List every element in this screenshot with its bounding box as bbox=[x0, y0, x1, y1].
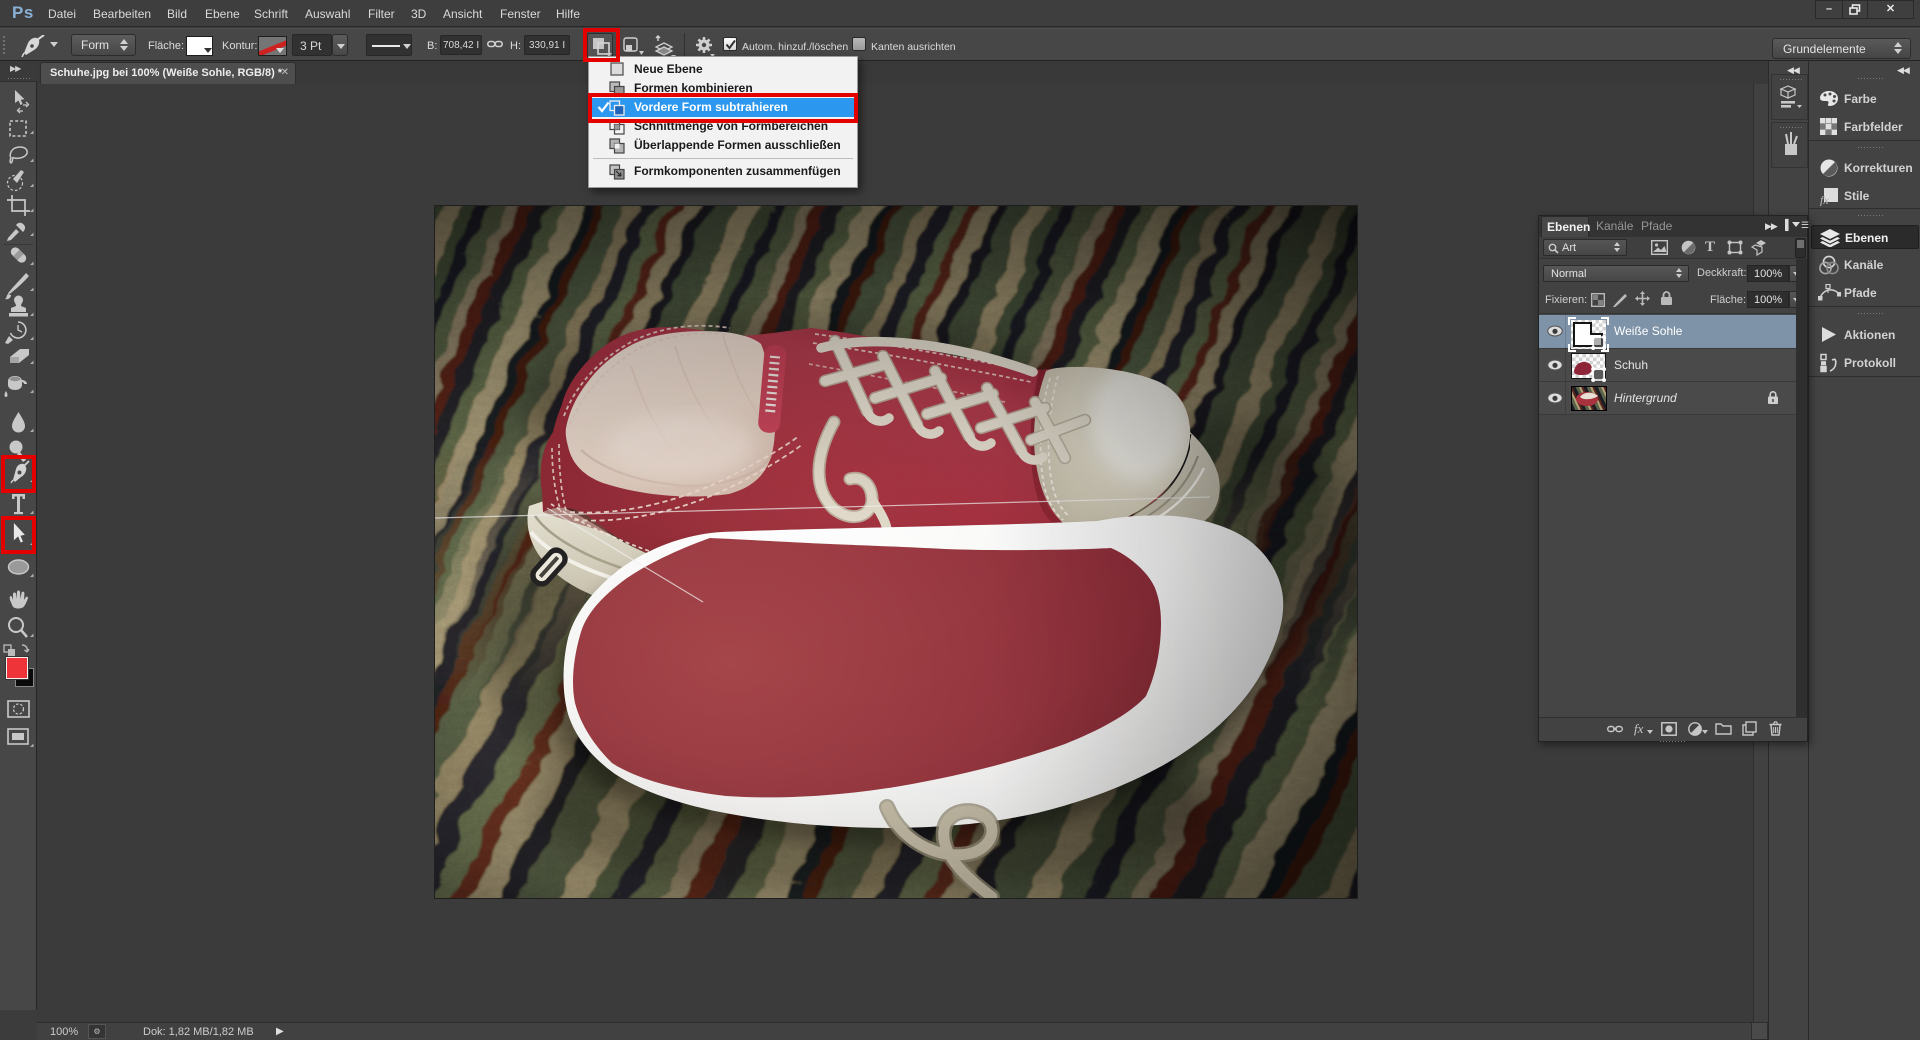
svg-text:fx: fx bbox=[1820, 193, 1829, 206]
